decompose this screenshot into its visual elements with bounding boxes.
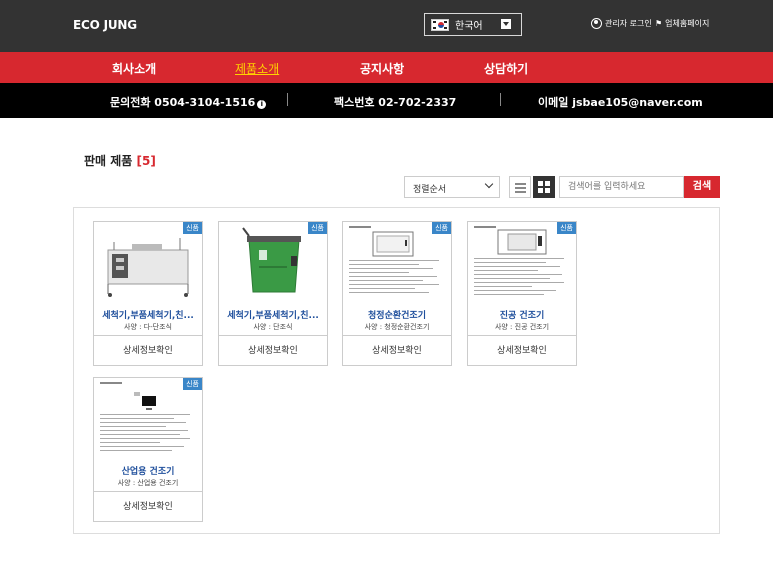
new-badge: 신품: [432, 222, 451, 234]
product-spec: 사양 : 산업용 건조기: [117, 479, 179, 487]
product-spec: 사양 : 청정순환건조기: [364, 323, 430, 331]
divider: [287, 93, 288, 106]
product-spec: 사양 : 진공 건조기: [494, 323, 550, 331]
language-select[interactable]: 한국어: [424, 13, 522, 36]
phone-text: 문의전화 0504-3104-1516: [110, 96, 256, 109]
contact-bar: 문의전화 0504-3104-1516 i 팩스번호 02-702-2337 이메…: [0, 83, 773, 118]
detail-button[interactable]: 상세정보확인: [219, 335, 327, 365]
search-button[interactable]: 검색: [684, 176, 720, 198]
search-input[interactable]: [559, 176, 684, 198]
sort-select[interactable]: 정렬순서: [404, 176, 500, 198]
product-image: 신품: [468, 222, 576, 302]
new-badge: 신품: [183, 378, 202, 390]
nav-item-products[interactable]: 제품소개: [235, 60, 279, 77]
admin-login-link[interactable]: 관리자 로그인: [591, 18, 652, 29]
product-count: [5]: [136, 154, 156, 168]
language-label: 한국어: [455, 21, 483, 32]
product-card[interactable]: 신품 세척기,부품세척기,친... 사양 : 다-단조식 상세정보확인: [93, 221, 203, 366]
grid-view-button[interactable]: [533, 176, 555, 198]
email-label: 이메일: [538, 96, 569, 109]
main-nav: 회사소개 제품소개 공지사항 상담하기: [0, 52, 773, 83]
detail-button[interactable]: 상세정보확인: [343, 335, 451, 365]
new-badge: 신품: [183, 222, 202, 234]
product-spec: 사양 : 다-단조식: [124, 323, 172, 331]
detail-button[interactable]: 상세정보확인: [468, 335, 576, 365]
korea-flag-icon: [431, 18, 449, 31]
product-card[interactable]: 신품 청정순환건조기 사양 : 청정순환건조기 상세정보확인: [342, 221, 452, 366]
product-name[interactable]: 청정순환건조기: [343, 308, 451, 321]
new-badge: 신품: [308, 222, 327, 234]
chevron-down-icon: [501, 19, 511, 29]
email-info: 이메일 jsbae105@naver.com: [538, 94, 703, 110]
product-spec: 사양 : 단조식: [253, 323, 293, 331]
product-list: 신품 세척기,부품세척기,친... 사양 : 다-단조식 상세정보확인 신품 세…: [73, 207, 720, 534]
company-homepage-label: 업체홈페이지: [665, 19, 710, 28]
nav-item-consult[interactable]: 상담하기: [484, 60, 528, 77]
product-card[interactable]: 신품 세척기,부품세척기,친... 사양 : 단조식 상세정보확인: [218, 221, 328, 366]
info-icon[interactable]: i: [257, 100, 267, 109]
brand-logo[interactable]: ECO JUNG: [73, 18, 137, 32]
section-title-text: 판매 제품: [84, 154, 133, 168]
product-name[interactable]: 세척기,부품세척기,친...: [219, 308, 327, 321]
top-bar: ECO JUNG 한국어 관리자 로그인 ⚑ 업체홈페이지: [0, 0, 773, 52]
product-name[interactable]: 산업용 건조기: [94, 464, 202, 477]
detail-button[interactable]: 상세정보확인: [94, 335, 202, 365]
product-card[interactable]: 신품 진공 건조기 사양 : 진공 건조기 상세정보확인: [467, 221, 577, 366]
product-name[interactable]: 세척기,부품세척기,친...: [94, 308, 202, 321]
product-image: 신품: [94, 222, 202, 302]
user-icon: [591, 18, 602, 29]
product-card[interactable]: 신품 산업용 건조기 사양 : 산업용 건조기 상세정보확인: [93, 377, 203, 522]
product-image: 신품: [219, 222, 327, 302]
product-image: 신품: [94, 378, 202, 458]
fax-text: 팩스번호 02-702-2337: [334, 96, 457, 109]
product-image: 신품: [343, 222, 451, 302]
sort-label: 정렬순서: [413, 185, 447, 195]
detail-button[interactable]: 상세정보확인: [94, 491, 202, 521]
new-badge: 신품: [557, 222, 576, 234]
nav-item-notice[interactable]: 공지사항: [360, 60, 404, 77]
chevron-down-icon: [484, 179, 494, 189]
company-homepage-link[interactable]: ⚑ 업체홈페이지: [655, 18, 709, 29]
email-text[interactable]: jsbae105@naver.com: [572, 96, 703, 109]
flag-icon: ⚑: [655, 19, 663, 28]
page-title: 판매 제품 [5]: [84, 152, 156, 169]
list-view-button[interactable]: [509, 176, 531, 198]
admin-login-label: 관리자 로그인: [605, 19, 652, 28]
product-name[interactable]: 진공 건조기: [468, 308, 576, 321]
nav-item-company[interactable]: 회사소개: [112, 60, 156, 77]
phone-info: 문의전화 0504-3104-1516 i: [110, 94, 267, 110]
divider: [500, 93, 501, 106]
